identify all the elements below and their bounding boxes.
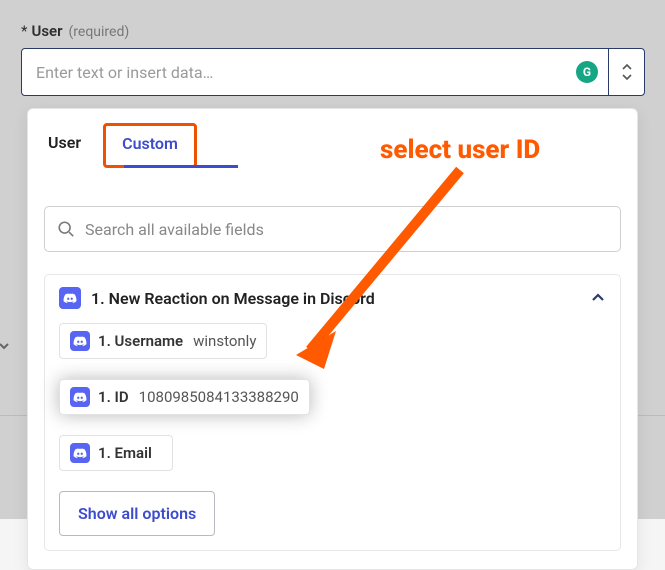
search-input[interactable] [85, 220, 608, 239]
discord-icon [70, 387, 90, 407]
grammarly-badge[interactable]: G [576, 61, 598, 83]
tab-bar: User Custom [28, 109, 637, 168]
field-chips: 1. Username winstonly 1. ID 108098508413… [59, 323, 606, 471]
discord-icon [59, 287, 81, 309]
chip-label: 1. Email [98, 444, 152, 462]
chip-email[interactable]: 1. Email [59, 435, 173, 471]
required-asterisk: * [21, 22, 27, 40]
updown-icon [620, 63, 634, 81]
tab-underline [124, 165, 238, 168]
required-text: (required) [69, 24, 130, 40]
field-stepper[interactable] [608, 49, 644, 95]
user-input-row: G [21, 48, 645, 96]
user-input[interactable] [22, 49, 576, 95]
field-picker-popup: User Custom 1. New Reaction on Message i… [27, 108, 638, 570]
chip-username[interactable]: 1. Username winstonly [59, 323, 267, 359]
sidebar-collapse-chevron[interactable] [0, 332, 18, 360]
field-label: *User (required) [21, 22, 645, 40]
chip-value: winstonly [193, 332, 256, 350]
show-all-row: Show all options [59, 491, 606, 536]
search-icon [57, 220, 75, 238]
source-card-header[interactable]: 1. New Reaction on Message in Discord [59, 287, 606, 309]
chevron-up-icon [590, 290, 606, 306]
discord-icon [70, 443, 90, 463]
tab-custom[interactable]: Custom [103, 123, 197, 168]
tab-user[interactable]: User [44, 125, 85, 166]
chip-id[interactable]: 1. ID 1080985084133388290 [59, 379, 310, 415]
source-title: 1. New Reaction on Message in Discord [91, 289, 580, 308]
source-card: 1. New Reaction on Message in Discord 1.… [44, 274, 621, 551]
user-field: *User (required) G [21, 22, 645, 96]
search-box[interactable] [44, 206, 621, 252]
show-all-button[interactable]: Show all options [59, 491, 215, 536]
popup-body: 1. New Reaction on Message in Discord 1.… [28, 168, 637, 551]
chip-label: 1. Username [98, 332, 183, 350]
chip-value: 1080985084133388290 [139, 388, 299, 406]
discord-icon [70, 331, 90, 351]
field-label-text: User [31, 22, 62, 40]
chip-label: 1. ID [98, 388, 129, 406]
